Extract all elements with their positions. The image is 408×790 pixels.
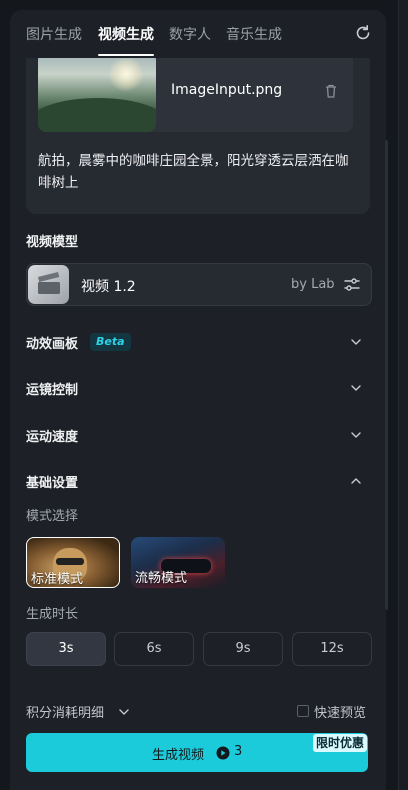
mode-option-label: 标准模式 bbox=[31, 572, 84, 587]
clapperboard-icon bbox=[28, 265, 69, 304]
duration-option-6s[interactable]: 6s bbox=[114, 632, 194, 666]
beta-badge: Beta bbox=[90, 333, 131, 351]
quick-preview-label: 快速预览 bbox=[314, 706, 367, 721]
section-motion-speed[interactable]: 运动速度 bbox=[26, 426, 366, 446]
credit-cost: 3 bbox=[234, 744, 243, 759]
duration-label: 生成时长 bbox=[26, 607, 79, 622]
video-model-label: 视频模型 bbox=[26, 235, 79, 250]
tab-bar: 图片生成 视频生成 数字人 音乐生成 bbox=[10, 10, 386, 58]
model-selector[interactable]: 视频 1.2 by Lab bbox=[26, 263, 372, 306]
motion-speed-label: 运动速度 bbox=[26, 430, 79, 445]
generate-video-label: 生成视频 bbox=[152, 748, 205, 763]
chevron-down-icon bbox=[351, 432, 361, 438]
section-motion-canvas[interactable]: 动效画板 Beta bbox=[26, 333, 366, 353]
tab-video-generation[interactable]: 视频生成 bbox=[98, 24, 154, 44]
credit-coin-icon bbox=[216, 746, 230, 760]
video-generation-panel: ImageInput.png 航拍，晨雾中的咖啡庄园全景，阳光穿透云层洒在咖啡树… bbox=[10, 10, 386, 790]
mode-option-label: 流畅模式 bbox=[135, 571, 188, 586]
limited-offer-badge: 限时优惠 bbox=[313, 734, 368, 752]
chevron-down-icon bbox=[351, 339, 361, 345]
tab-digital-human[interactable]: 数字人 bbox=[169, 24, 211, 44]
camera-control-label: 运镜控制 bbox=[26, 383, 79, 398]
chevron-down-icon bbox=[351, 385, 361, 391]
trash-icon[interactable] bbox=[322, 82, 340, 100]
section-basic-settings[interactable]: 基础设置 bbox=[26, 472, 366, 492]
prompt-input[interactable]: 航拍，晨雾中的咖啡庄园全景，阳光穿透云层洒在咖啡树上 bbox=[38, 150, 358, 194]
quick-preview-checkbox[interactable] bbox=[297, 705, 309, 717]
settings-sliders-icon[interactable] bbox=[343, 276, 361, 294]
uploaded-image-thumbnail bbox=[38, 52, 156, 132]
model-provider: by Lab bbox=[291, 277, 335, 292]
points-detail-toggle[interactable]: 积分消耗明细 bbox=[26, 702, 104, 721]
mode-option-smooth[interactable]: 流畅模式 bbox=[131, 537, 225, 588]
right-panel-edge bbox=[398, 0, 408, 790]
refresh-icon[interactable] bbox=[353, 23, 373, 43]
chevron-up-icon bbox=[351, 478, 361, 484]
section-camera-control[interactable]: 运镜控制 bbox=[26, 379, 366, 399]
chevron-down-icon[interactable] bbox=[118, 706, 130, 718]
tab-music-generation[interactable]: 音乐生成 bbox=[226, 24, 282, 44]
mode-option-standard[interactable]: 标准模式 bbox=[26, 537, 120, 588]
basic-settings-label: 基础设置 bbox=[26, 476, 79, 491]
model-name: 视频 1.2 bbox=[81, 279, 136, 295]
tab-image-generation[interactable]: 图片生成 bbox=[26, 24, 82, 44]
scrollbar[interactable] bbox=[385, 140, 388, 610]
active-tab-indicator bbox=[98, 54, 154, 56]
duration-option-12s[interactable]: 12s bbox=[292, 632, 372, 666]
duration-option-3s[interactable]: 3s bbox=[26, 632, 106, 666]
duration-option-9s[interactable]: 9s bbox=[203, 632, 283, 666]
motion-canvas-label: 动效画板 bbox=[26, 337, 79, 352]
uploaded-file-name: ImageInput.png bbox=[171, 82, 283, 98]
mode-select-label: 模式选择 bbox=[26, 509, 79, 524]
uploaded-image-row[interactable]: ImageInput.png bbox=[38, 52, 353, 132]
